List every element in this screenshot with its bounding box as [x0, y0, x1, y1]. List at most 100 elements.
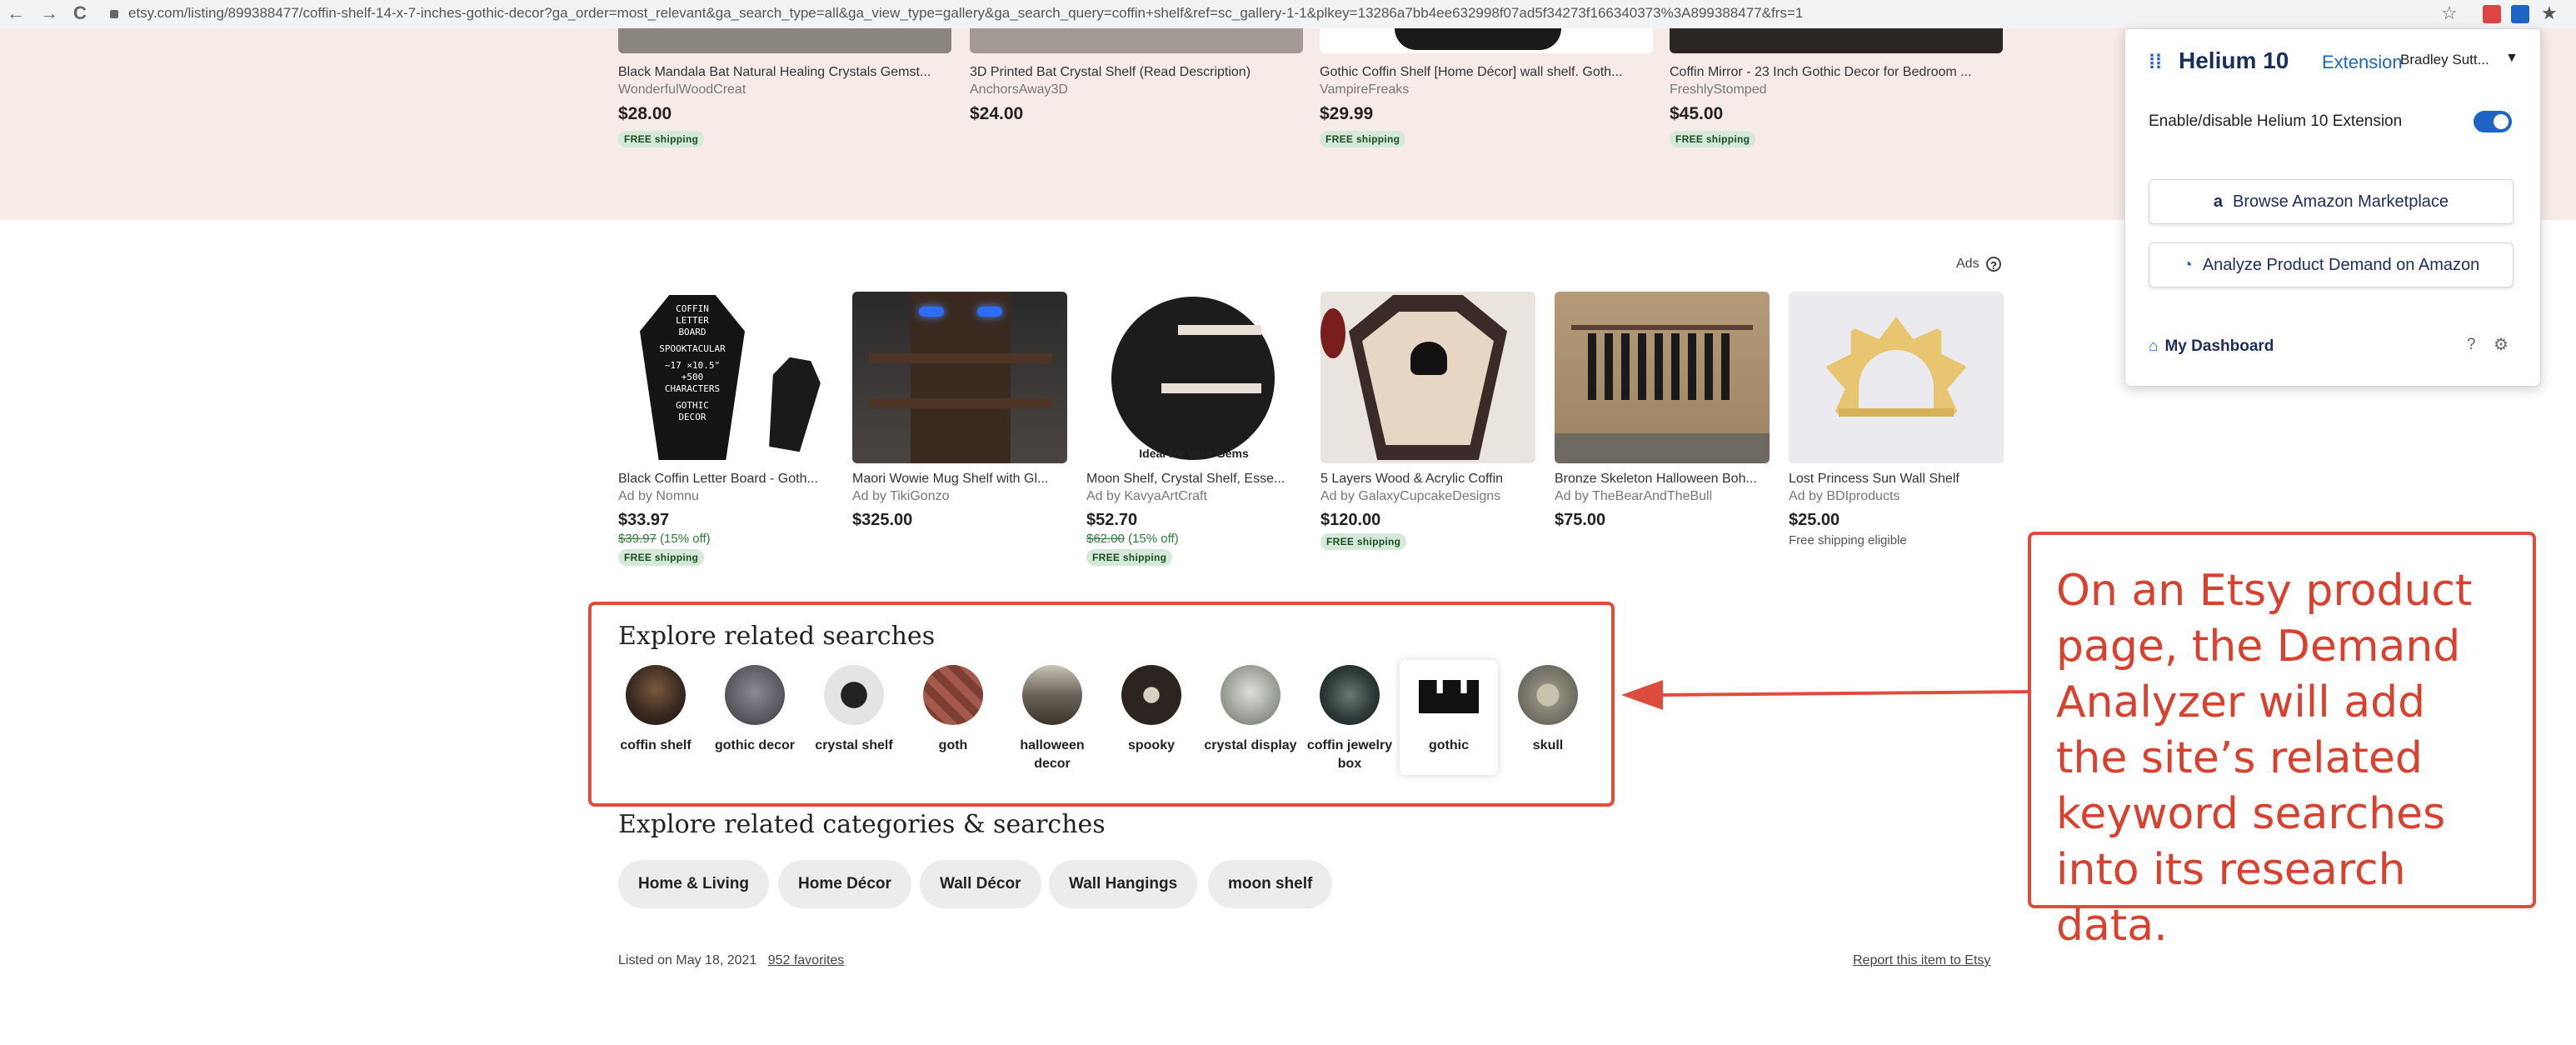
listing-card[interactable]: 3D Printed Bat Crystal Shelf (Read Descr…: [970, 28, 1303, 124]
helium10-logo-icon: ⁞⁞: [2149, 51, 2162, 73]
related-search-item[interactable]: goth: [904, 665, 1002, 755]
related-search-label[interactable]: goth: [904, 737, 1002, 755]
listing-price: $45.00: [1670, 104, 1724, 123]
url-text: etsy.com/listing/899388477/coffin-shelf-…: [128, 5, 1804, 21]
ad-listing-card[interactable]: COFFIN LETTER BOARD SPOOKTACULAR ~17 ×10.5" +…: [618, 292, 833, 566]
ad-shop: Ad by BDIproducts: [1789, 489, 1900, 503]
listing-image[interactable]: [1320, 28, 1653, 53]
reload-icon[interactable]: C: [73, 3, 87, 23]
related-search-item[interactable]: coffin jewelry box: [1300, 665, 1399, 773]
toggle-label: Enable/disable Helium 10 Extension: [2149, 112, 2403, 130]
related-search-item[interactable]: skull: [1499, 665, 1597, 755]
extension-toggle[interactable]: [2474, 111, 2512, 132]
listing-title[interactable]: Gothic Coffin Shelf [Home Décor] wall sh…: [1320, 65, 1653, 80]
ad-listing-card[interactable]: Maori Wowie Mug Shelf with Gl... Ad by T…: [852, 292, 1067, 530]
gear-icon[interactable]: ⚙: [2494, 334, 2509, 355]
related-search-item[interactable]: halloween decor: [1003, 665, 1101, 773]
annotation-callout: On an Etsy product page, the Demand Anal…: [2028, 532, 2536, 951]
helium10-extension-icon[interactable]: [2511, 5, 2529, 23]
related-search-thumb[interactable]: [725, 665, 785, 725]
related-search-thumb[interactable]: [1415, 665, 1482, 725]
ad-listing-image[interactable]: [852, 292, 1067, 463]
ad-listing-card[interactable]: 5 Layers Wood & Acrylic Coffin Ad by Gal…: [1320, 292, 1535, 550]
related-search-label[interactable]: crystal display: [1201, 737, 1300, 755]
listing-card[interactable]: Gothic Coffin Shelf [Home Décor] wall sh…: [1320, 28, 1653, 148]
ad-listing-image[interactable]: COFFIN LETTER BOARD SPOOKTACULAR ~17 ×10.5" +…: [618, 292, 833, 463]
listing-card[interactable]: Black Mandala Bat Natural Healing Crysta…: [618, 28, 951, 148]
related-search-label[interactable]: spooky: [1102, 737, 1201, 755]
related-search-item[interactable]: gothic decor: [706, 665, 804, 755]
favorites-link[interactable]: 952 favorites: [768, 953, 845, 968]
category-pill[interactable]: Home & Living: [618, 860, 770, 908]
bookmark-star-icon[interactable]: ☆: [2441, 2, 2458, 24]
listing-image[interactable]: [970, 28, 1303, 53]
ad-title[interactable]: Bronze Skeleton Halloween Boh...: [1555, 472, 1770, 487]
related-search-label[interactable]: coffin shelf: [607, 737, 705, 755]
ad-price: $33.97: [618, 511, 670, 529]
related-search-thumb[interactable]: [1221, 665, 1281, 725]
help-icon[interactable]: ?: [2467, 336, 2476, 354]
analyze-demand-button[interactable]: ◔ Analyze Product Demand on Amazon: [2149, 242, 2514, 288]
report-item-link[interactable]: Report this item to Etsy: [1853, 953, 1990, 968]
ad-listing-card[interactable]: Bronze Skeleton Halloween Boh... Ad by T…: [1555, 292, 1770, 530]
related-search-label[interactable]: gothic decor: [706, 737, 804, 755]
ad-listing-card[interactable]: Lost Princess Sun Wall Shelf Ad by BDIpr…: [1789, 292, 2004, 548]
ad-listing-image[interactable]: [1789, 292, 2004, 463]
category-pill[interactable]: Home Décor: [778, 860, 911, 908]
ad-listing-image[interactable]: [1320, 292, 1535, 463]
browse-amazon-button[interactable]: a Browse Amazon Marketplace: [2149, 179, 2514, 224]
listing-card[interactable]: Coffin Mirror - 23 Inch Gothic Decor for…: [1670, 28, 2003, 148]
related-search-label[interactable]: gothic: [1400, 737, 1498, 755]
listing-price: $29.99: [1320, 104, 1374, 123]
listing-title[interactable]: Black Mandala Bat Natural Healing Crysta…: [618, 65, 951, 80]
related-search-item[interactable]: crystal shelf: [805, 665, 903, 755]
address-bar[interactable]: etsy.com/listing/899388477/coffin-shelf-…: [98, 2, 2481, 25]
related-search-thumb[interactable]: [1518, 665, 1578, 725]
related-search-thumb[interactable]: [923, 665, 983, 725]
related-search-item[interactable]: crystal display: [1201, 665, 1300, 755]
related-search-item-gothic[interactable]: gothic: [1400, 660, 1498, 775]
listing-title[interactable]: 3D Printed Bat Crystal Shelf (Read Descr…: [970, 65, 1303, 80]
helium10-brand: Helium 10: [2179, 48, 2289, 73]
free-shipping-badge: FREE shipping: [1670, 131, 1756, 148]
ad-price: $325.00: [852, 511, 913, 529]
related-search-item[interactable]: coffin shelf: [607, 665, 705, 755]
dashboard-link[interactable]: ⌂ My Dashboard: [2149, 338, 2274, 356]
ad-title[interactable]: Black Coffin Letter Board - Goth...: [618, 472, 833, 487]
listing-image[interactable]: [1670, 28, 2003, 53]
related-search-thumb[interactable]: [1022, 665, 1082, 725]
related-search-item[interactable]: spooky: [1102, 665, 1201, 755]
ad-listing-card[interactable]: Ideal for your Gems Moon Shelf, Crystal …: [1086, 292, 1301, 566]
related-search-label[interactable]: skull: [1499, 737, 1597, 755]
related-categories-title: Explore related categories & searches: [618, 810, 1106, 839]
ad-title[interactable]: 5 Layers Wood & Acrylic Coffin: [1320, 472, 1535, 487]
ad-listing-image[interactable]: Ideal for your Gems: [1086, 292, 1301, 463]
amazon-icon: a: [2213, 192, 2224, 211]
extension-icon[interactable]: [2483, 5, 2501, 23]
related-search-label[interactable]: coffin jewelry box: [1300, 737, 1399, 773]
forward-icon[interactable]: →: [40, 3, 58, 23]
help-icon[interactable]: ?: [1986, 257, 2001, 272]
ad-shop: Ad by KavyaArtCraft: [1086, 489, 1207, 503]
ad-title[interactable]: Maori Wowie Mug Shelf with Gl...: [852, 472, 1067, 487]
ad-title[interactable]: Moon Shelf, Crystal Shelf, Esse...: [1086, 472, 1301, 487]
free-shipping-eligible: Free shipping eligible: [1789, 533, 1907, 548]
ad-title[interactable]: Lost Princess Sun Wall Shelf: [1789, 472, 2004, 487]
chevron-down-icon[interactable]: ▼: [2505, 51, 2519, 66]
related-search-thumb[interactable]: [824, 665, 884, 725]
category-pill[interactable]: moon shelf: [1208, 860, 1333, 908]
back-icon[interactable]: ←: [7, 3, 25, 23]
ad-listing-image[interactable]: [1555, 292, 1770, 463]
listing-title[interactable]: Coffin Mirror - 23 Inch Gothic Decor for…: [1670, 65, 2003, 80]
related-search-thumb[interactable]: [1121, 665, 1181, 725]
related-search-thumb[interactable]: [626, 665, 686, 725]
related-search-label[interactable]: crystal shelf: [805, 737, 903, 755]
category-pill[interactable]: Wall Décor: [920, 860, 1041, 908]
listing-image[interactable]: [618, 28, 951, 53]
user-menu[interactable]: Bradley Sutt...: [2400, 52, 2489, 68]
related-search-thumb[interactable]: [1320, 665, 1380, 725]
ad-original-price: $62.00 (15% off): [1086, 532, 1179, 546]
category-pill[interactable]: Wall Hangings: [1049, 860, 1198, 908]
related-search-label[interactable]: halloween decor: [1003, 737, 1101, 773]
extensions-puzzle-icon[interactable]: ★: [2541, 2, 2558, 24]
